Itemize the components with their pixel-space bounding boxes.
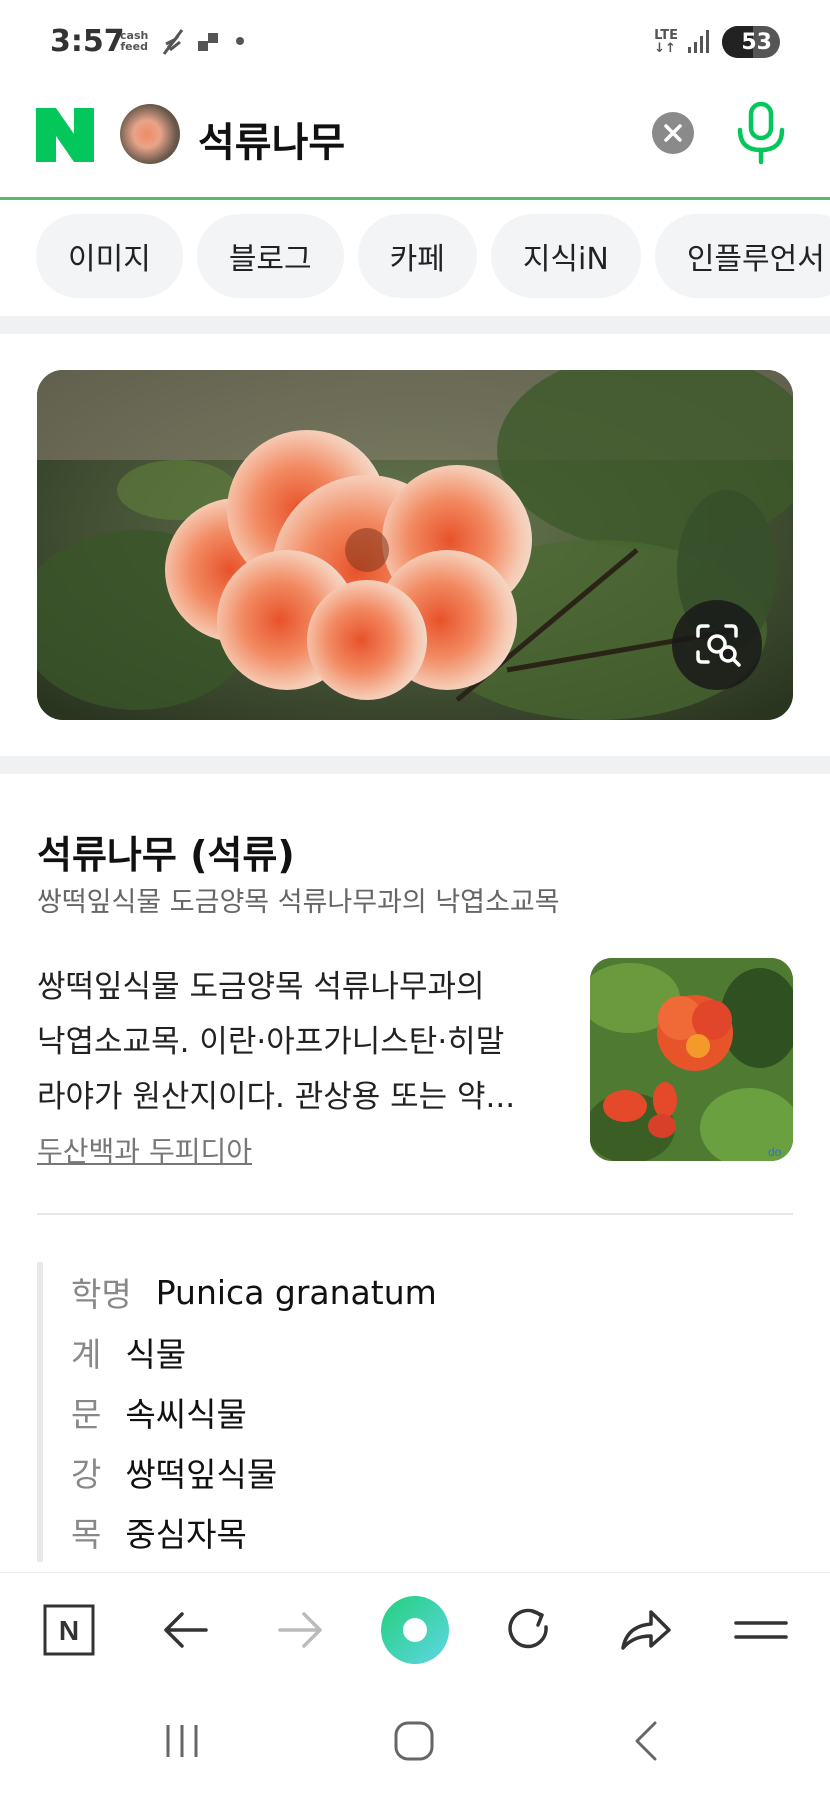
svg-text:N: N [59,1615,79,1646]
classification-value: 중심자목 [125,1515,247,1554]
divider-line [37,1213,793,1215]
home-icon [394,1721,434,1761]
status-bar: 3:57 cash feed LTE ↓↑ 53 [0,0,830,88]
classification-value: Punica granatum [155,1272,437,1312]
knowledge-panel-subtitle: 쌍떡잎식물 도금양목 석류나무과의 낙엽소교목 [37,887,560,918]
lens-search-icon [696,624,741,667]
flower-thumbnail[interactable]: do [590,958,793,1161]
microphone-icon[interactable] [734,102,788,166]
cashfeed-icon: cash feed [120,29,149,53]
notification-icons: cash feed [120,26,246,56]
classification-key: 목 [71,1515,102,1554]
green-dot-icon [381,1596,449,1664]
feather-icon [163,29,184,55]
refresh-icon [508,1608,548,1649]
system-back-button[interactable] [616,1716,676,1766]
pomegranate-blossom-photo: do [590,958,793,1161]
forward-button[interactable] [266,1595,336,1665]
system-navigation-bar [0,1686,830,1798]
clear-button[interactable] [652,112,694,154]
classification-row: 학명 Punica granatum [71,1262,793,1322]
search-tabs: 이미지 블로그 카페 지식iN 인플루언서 [36,214,830,298]
status-time: 3:57 [50,24,125,59]
menu-icon [734,1621,788,1639]
knowledge-panel-title[interactable]: 석류나무 (석류) [37,824,295,879]
arrow-left-icon [164,1612,208,1648]
battery-icon: 53 [722,26,780,58]
source-link[interactable]: 두산백과 두피디아 [37,1130,252,1170]
tab-cafe[interactable]: 카페 [357,214,477,298]
knowledge-panel-description[interactable]: 쌍떡잎식물 도금양목 석류나무과의 낙엽소교목. 이란·아프가니스탄·히말 라야… [37,960,557,1125]
recent-apps-icon [166,1725,198,1757]
watermark: do [768,1145,782,1159]
classification-key: 문 [71,1395,102,1434]
section-divider [0,756,830,774]
search-input[interactable]: 석류나무 [198,110,345,168]
section-divider [0,316,830,334]
lte-icon: LTE ↓↑ [654,28,678,56]
tab-blog[interactable]: 블로그 [196,214,344,298]
arrow-right-icon [278,1612,322,1648]
recent-apps-button[interactable] [152,1716,212,1766]
classification-row: 강 쌍떡잎식물 [71,1442,793,1502]
home-button[interactable] [384,1716,444,1766]
system-icons: LTE ↓↑ 53 [654,26,780,58]
classification-key: 계 [71,1335,102,1374]
search-header: 석류나무 [0,88,830,200]
classification-list: 학명 Punica granatum 계 식물 문 속씨식물 강 쌍떡잎식물 목… [37,1262,793,1562]
classification-key: 강 [71,1455,102,1494]
green-dot-button[interactable] [380,1595,450,1665]
close-icon [664,124,682,142]
classification-value: 속씨식물 [125,1395,247,1434]
back-button[interactable] [150,1595,220,1665]
classification-row: 목 중심자목 [71,1502,793,1562]
tab-knowledge-in[interactable]: 지식iN [490,214,641,298]
naver-logo[interactable] [36,108,94,162]
naver-home-button[interactable]: N [34,1595,104,1665]
naver-home-icon: N [43,1604,95,1656]
image-search-button[interactable] [672,600,762,690]
classification-row: 문 속씨식물 [71,1382,793,1442]
classification-row: 계 식물 [71,1322,793,1382]
refresh-button[interactable] [494,1595,564,1665]
chevron-left-icon [635,1721,657,1761]
dot-icon [236,37,245,45]
browser-toolbar: N [0,1572,830,1686]
menu-button[interactable] [726,1595,796,1665]
classification-value: 쌍떡잎식물 [125,1455,278,1494]
share-icon [621,1610,671,1650]
app-icon [198,33,219,51]
search-image-thumbnail[interactable] [120,104,180,164]
signal-icon [688,30,709,53]
classification-key: 학명 [71,1275,132,1314]
tab-images[interactable]: 이미지 [36,214,183,298]
tab-influencer[interactable]: 인플루언서 [654,214,830,298]
share-button[interactable] [610,1595,680,1665]
classification-value: 식물 [125,1335,187,1374]
